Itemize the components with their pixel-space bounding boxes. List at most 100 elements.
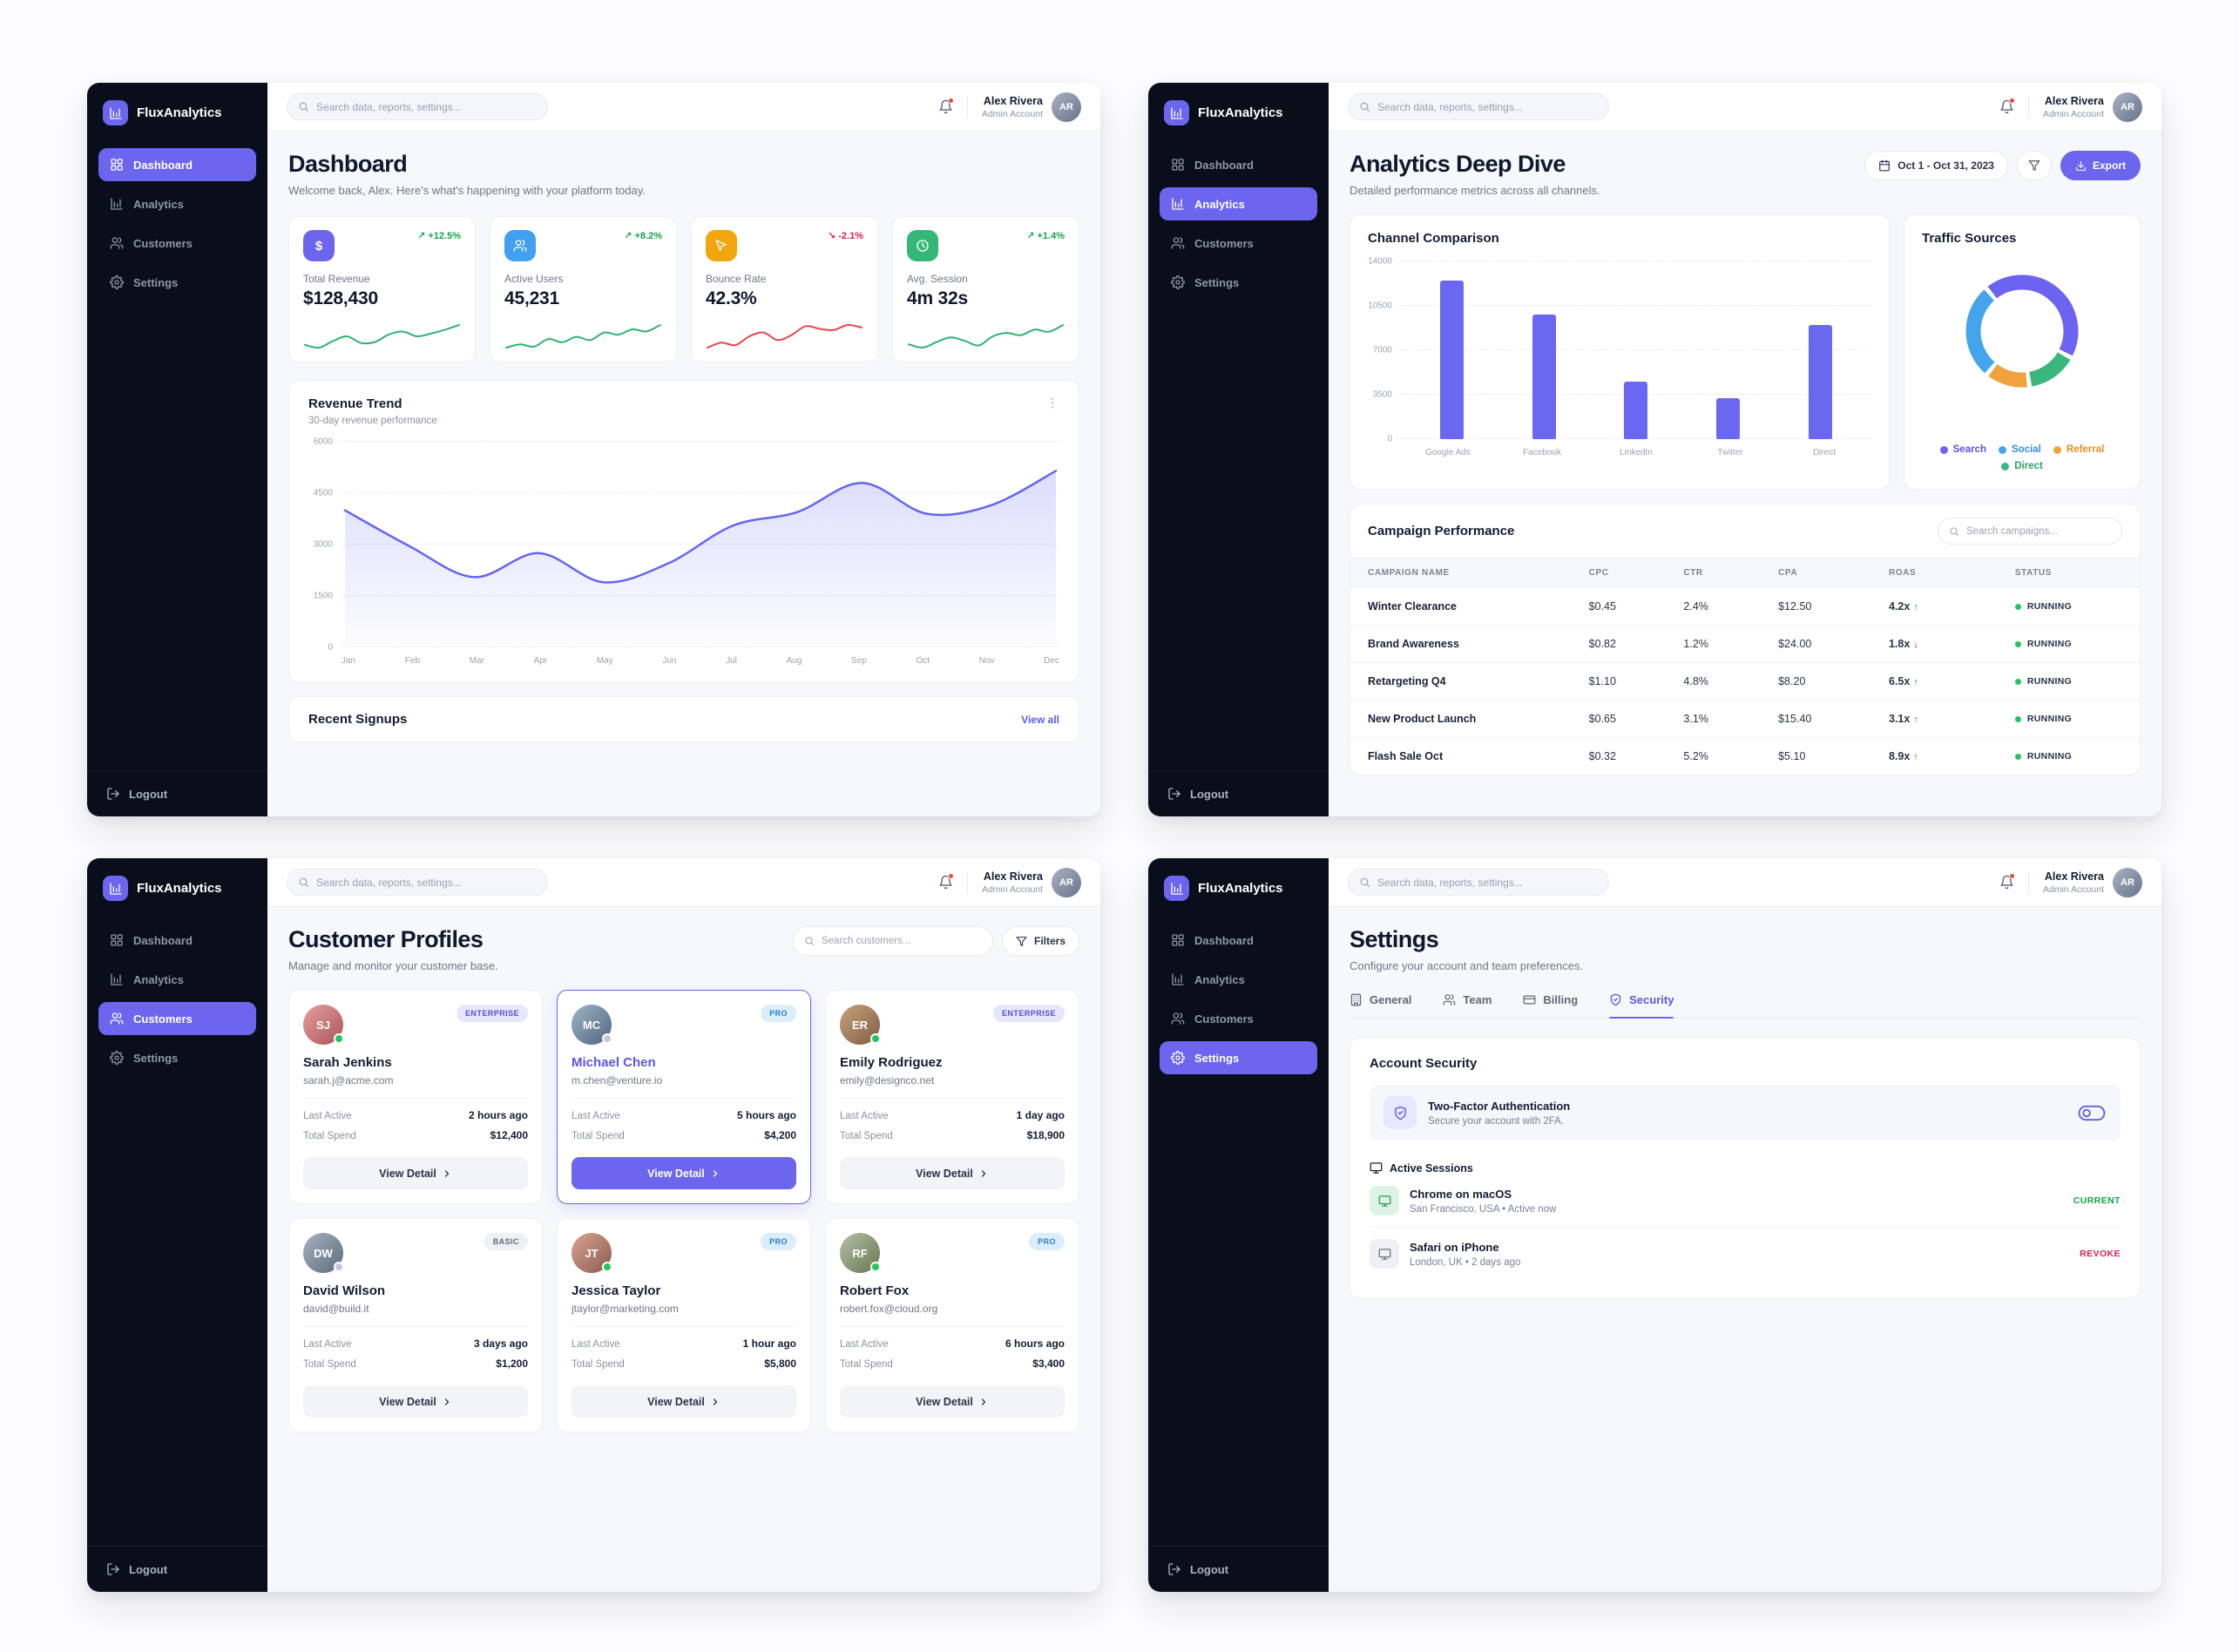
users-icon (1443, 993, 1456, 1006)
logout-label: Logout (129, 788, 167, 801)
grid-icon (110, 933, 124, 947)
view-detail-button[interactable]: View Detail (572, 1157, 796, 1189)
nav-label: Analytics (1194, 198, 1245, 211)
users-icon (1171, 236, 1185, 250)
delta-badge: ↗+8.2% (624, 230, 662, 241)
trend-up-icon: ↗ (1026, 230, 1034, 241)
sidebar-item-dashboard[interactable]: Dashboard (98, 148, 256, 181)
y-axis-labels: 0350070001050014000 (1368, 261, 1401, 439)
avatar[interactable]: AR (1052, 868, 1081, 897)
sidebar-item-settings[interactable]: Settings (98, 266, 256, 299)
kebab-menu-icon[interactable]: ⋮ (1046, 396, 1059, 409)
notifications-bell-icon[interactable] (938, 875, 953, 890)
sidebar: FluxAnalytics Dashboard Analytics Custom… (1148, 858, 1329, 1592)
logout-button[interactable]: Logout (87, 770, 267, 816)
sidebar-item-customers[interactable]: Customers (98, 227, 256, 260)
funnel-icon (2028, 159, 2040, 172)
view-detail-button[interactable]: View Detail (840, 1157, 1065, 1189)
nav-label: Dashboard (1194, 934, 1254, 947)
sidebar-item-customers[interactable]: Customers (1160, 227, 1317, 260)
campaign-search-input[interactable] (1938, 518, 2122, 545)
notifications-bell-icon[interactable] (1999, 875, 2014, 890)
customer-email: robert.fox@cloud.org (840, 1303, 1065, 1315)
date-range-picker[interactable]: Oct 1 - Oct 31, 2023 (1864, 151, 2008, 180)
tab-security[interactable]: Security (1609, 993, 1674, 1018)
sidebar-item-settings[interactable]: Settings (1160, 266, 1317, 299)
download-icon (2075, 160, 2087, 172)
stat-label: Total Revenue (303, 273, 461, 285)
customer-name: Michael Chen (572, 1055, 796, 1070)
revoke-button[interactable]: REVOKE (2080, 1249, 2121, 1259)
sidebar-item-dashboard[interactable]: Dashboard (1160, 924, 1317, 957)
sidebar-item-dashboard[interactable]: Dashboard (98, 924, 256, 957)
search-input[interactable] (1348, 93, 1609, 120)
two-factor-desc: Secure your account with 2FA. (1428, 1116, 1570, 1127)
notifications-bell-icon[interactable] (1999, 99, 2014, 114)
revenue-chart: 01500300045006000 (308, 442, 1059, 647)
view-all-link[interactable]: View all (1021, 714, 1059, 726)
logout-button[interactable]: Logout (87, 1546, 267, 1592)
view-detail-button[interactable]: View Detail (840, 1385, 1065, 1418)
tab-general[interactable]: General (1349, 993, 1411, 1018)
status-dot (2015, 716, 2021, 722)
status-badge: RUNNING (2015, 751, 2122, 762)
customer-card-selected: MC PRO Michael Chen m.chen@venture.io La… (557, 990, 811, 1204)
view-detail-button[interactable]: View Detail (303, 1157, 528, 1189)
dashboard-window: FluxAnalytics Dashboard Analytics Custom… (87, 83, 1100, 816)
sidebar-item-analytics[interactable]: Analytics (98, 187, 256, 220)
nav-label: Settings (133, 276, 178, 289)
two-factor-toggle[interactable] (2077, 1104, 2107, 1122)
export-button[interactable]: Export (2060, 151, 2141, 180)
filter-button[interactable] (2017, 151, 2052, 180)
chart-title: Traffic Sources (1922, 231, 2122, 246)
sidebar-item-settings[interactable]: Settings (98, 1041, 256, 1074)
chart-title: Revenue Trend (308, 396, 437, 411)
logout-button[interactable]: Logout (1148, 770, 1329, 816)
account-security-card: Account Security Two-Factor Authenticati… (1349, 1038, 2141, 1298)
column-header: CPC (1572, 559, 1667, 588)
active-sessions-header: Active Sessions (1370, 1161, 2121, 1175)
view-detail-button[interactable]: View Detail (572, 1385, 796, 1418)
gear-icon (110, 1051, 124, 1065)
sidebar-item-analytics[interactable]: Analytics (1160, 187, 1317, 220)
customer-search-input[interactable] (793, 926, 993, 956)
logout-button[interactable]: Logout (1148, 1546, 1329, 1592)
dollar-icon: $ (303, 230, 335, 261)
search-icon (804, 936, 815, 946)
brand-logo-icon (103, 100, 128, 125)
avatar[interactable]: AR (2113, 868, 2142, 897)
sidebar: FluxAnalytics Dashboard Analytics Custom… (87, 858, 267, 1592)
trend-up-icon: ↑ (1913, 677, 1918, 687)
session-device: Chrome on macOS (1410, 1188, 1556, 1201)
brand-logo-icon (1164, 876, 1189, 901)
brand: FluxAnalytics (87, 83, 267, 148)
chart-legend: Search Social Referral Direct (1922, 444, 2122, 473)
sidebar-item-settings[interactable]: Settings (1160, 1041, 1317, 1074)
search-input[interactable] (287, 93, 548, 120)
page-subtitle: Welcome back, Alex. Here's what's happen… (288, 184, 1079, 197)
filters-button[interactable]: Filters (1002, 926, 1079, 956)
tab-team[interactable]: Team (1443, 993, 1492, 1018)
nav-label: Analytics (133, 973, 184, 986)
sidebar: FluxAnalytics Dashboard Analytics Custom… (1148, 83, 1329, 816)
sidebar-item-analytics[interactable]: Analytics (98, 963, 256, 996)
avatar[interactable]: AR (1052, 92, 1081, 122)
session-row: Safari on iPhone London, UK • 2 days ago… (1370, 1228, 2121, 1280)
search-input[interactable] (1348, 869, 1609, 896)
online-status-dot (870, 1262, 881, 1272)
sidebar-item-dashboard[interactable]: Dashboard (1160, 148, 1317, 181)
grid-icon (110, 158, 124, 172)
view-detail-button[interactable]: View Detail (303, 1385, 528, 1418)
avatar[interactable]: AR (2113, 92, 2142, 122)
column-header: ROAS (1871, 559, 1998, 588)
notifications-bell-icon[interactable] (938, 99, 953, 114)
sidebar-item-analytics[interactable]: Analytics (1160, 963, 1317, 996)
session-meta: London, UK • 2 days ago (1410, 1257, 1520, 1268)
online-status-dot (334, 1033, 344, 1044)
tab-billing[interactable]: Billing (1523, 993, 1578, 1018)
sidebar-item-customers[interactable]: Customers (98, 1002, 256, 1035)
sidebar-item-customers[interactable]: Customers (1160, 1002, 1317, 1035)
bar-chart-icon (1171, 197, 1185, 211)
search-input[interactable] (287, 869, 548, 896)
clock-icon (907, 230, 938, 261)
